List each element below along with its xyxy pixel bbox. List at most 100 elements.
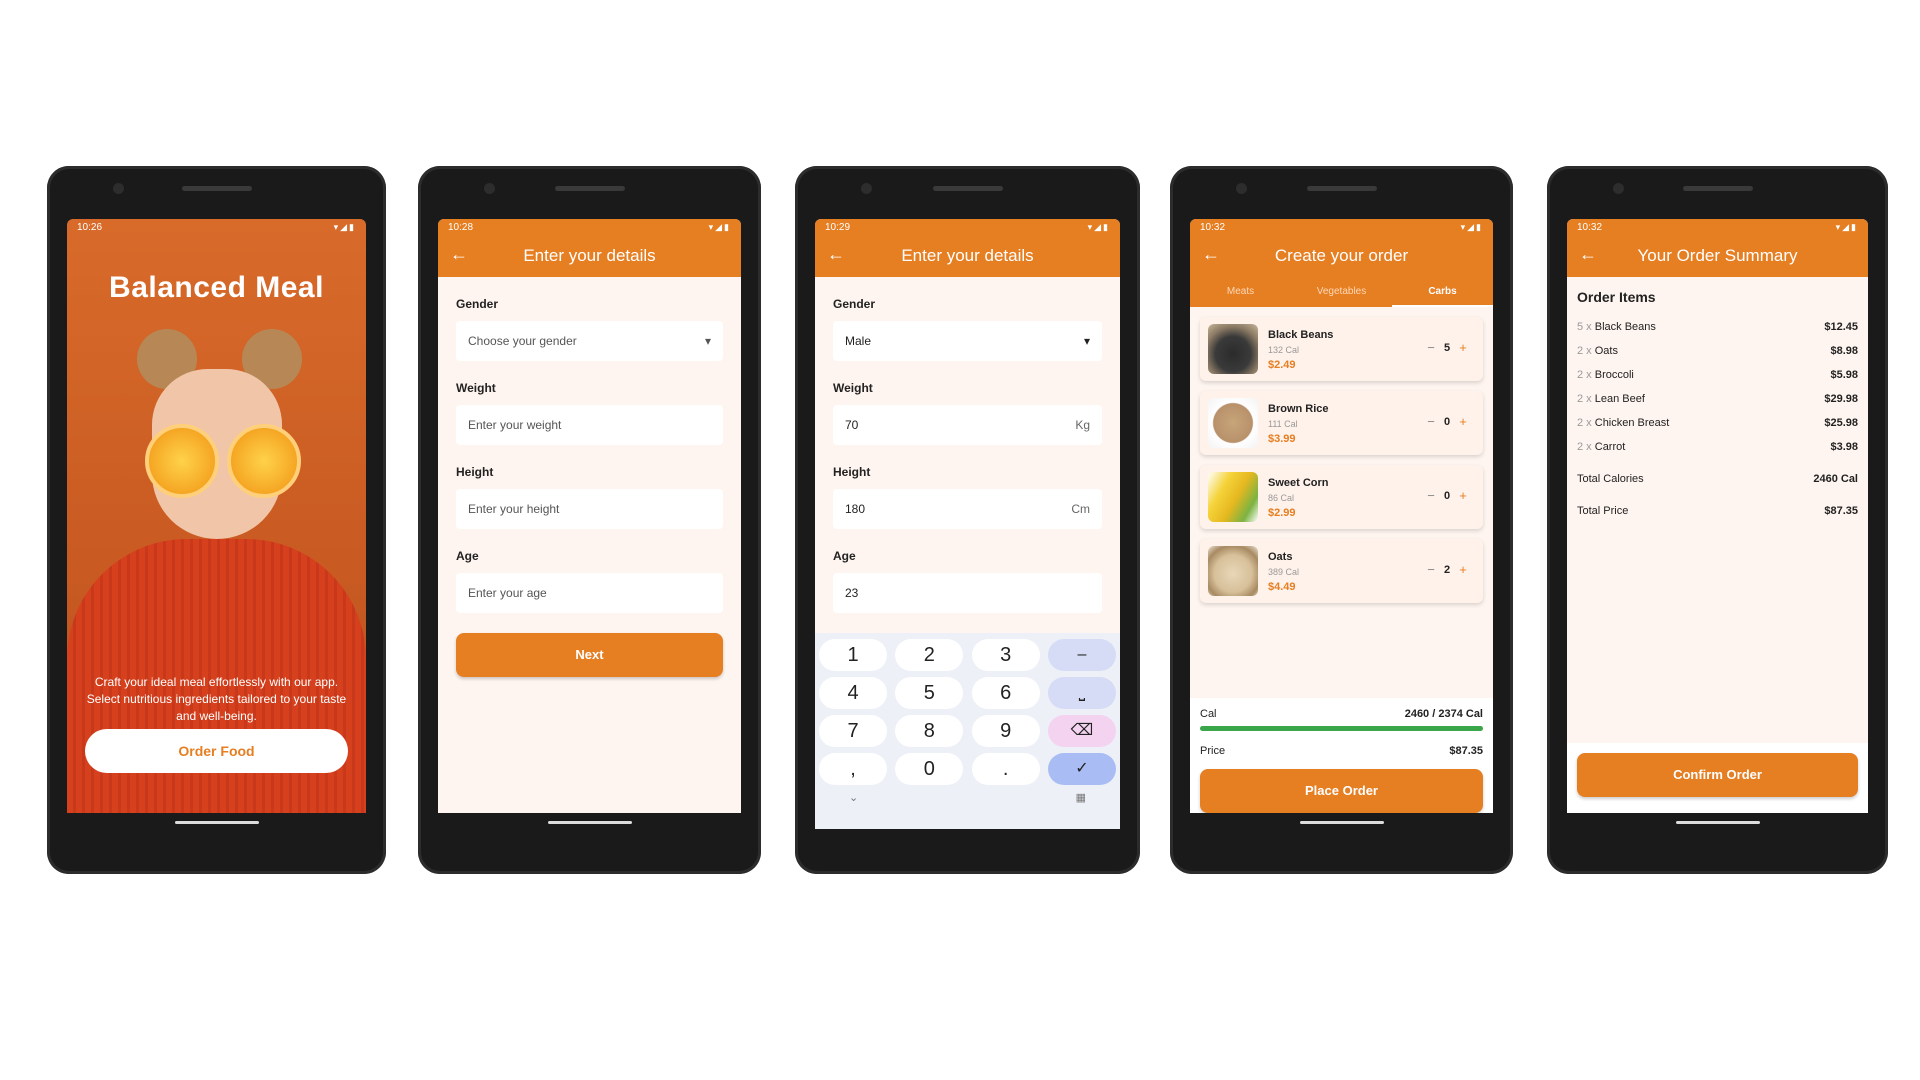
plus-icon[interactable]: + <box>1455 488 1471 503</box>
weight-unit: Kg <box>1075 418 1090 432</box>
item-amount: $12.45 <box>1824 321 1858 333</box>
key-7[interactable]: 7 <box>819 715 887 747</box>
phone-order-summary: 10:32 ▾◢▮ ← Your Order Summary Order Ite… <box>1547 166 1888 874</box>
keyboard-switch-icon[interactable]: ▦ <box>1076 791 1086 804</box>
app-bar: 10:32 ▾◢▮ ← Create your order Meats Vege… <box>1190 219 1493 307</box>
gender-dropdown[interactable]: Male ▾ <box>833 321 1102 361</box>
app-bar: 10:32 ▾◢▮ ← Your Order Summary <box>1567 219 1868 277</box>
height-field[interactable]: Enter your height <box>456 489 723 529</box>
key-6[interactable]: 6 <box>971 677 1040 709</box>
home-indicator <box>547 821 632 824</box>
page-title: Enter your details <box>901 246 1034 265</box>
item-name: Chicken Breast <box>1594 417 1670 429</box>
minus-icon[interactable]: − <box>1423 340 1439 355</box>
tab-carbs[interactable]: Carbs <box>1392 277 1493 307</box>
weight-field[interactable]: 70 Kg <box>833 405 1102 445</box>
list-item: 2 x Oats $8.98 <box>1577 345 1858 357</box>
food-name: Sweet Corn <box>1268 477 1329 489</box>
list-item: 2 x Chicken Breast $25.98 <box>1577 417 1858 429</box>
gender-placeholder: Choose your gender <box>468 334 577 348</box>
food-calories: 389 Cal <box>1268 567 1300 577</box>
key-minus[interactable]: – <box>1047 639 1116 671</box>
age-label: Age <box>833 549 856 563</box>
app-title: Balanced Meal <box>109 271 324 304</box>
order-items-heading: Order Items <box>1577 289 1656 305</box>
back-arrow-icon[interactable]: ← <box>1579 245 1597 263</box>
status-time: 10:29 <box>825 221 851 233</box>
home-indicator <box>1675 821 1760 824</box>
age-field[interactable]: 23 <box>833 573 1102 613</box>
next-button[interactable]: Next <box>456 633 723 677</box>
minus-icon[interactable]: − <box>1423 488 1439 503</box>
key-4[interactable]: 4 <box>819 677 887 709</box>
back-arrow-icon[interactable]: ← <box>1202 245 1220 263</box>
tab-meats[interactable]: Meats <box>1190 277 1291 307</box>
gender-label: Gender <box>456 297 499 311</box>
food-card: Brown Rice 111 Cal $3.99 − 0 + <box>1200 391 1483 455</box>
food-name: Oats <box>1268 551 1293 563</box>
height-field[interactable]: 180 Cm <box>833 489 1102 529</box>
calories-label: Cal <box>1200 708 1217 720</box>
phone-splash: 10:26 ▾◢▮ Balanced Meal Craft your ideal… <box>47 166 386 874</box>
phone-details-filled: 10:29 ▾◢▮ ← Enter your details Gender Ma… <box>795 166 1140 874</box>
front-camera <box>1236 183 1247 194</box>
food-calories: 86 Cal <box>1268 493 1295 503</box>
item-qty: 2 x <box>1577 393 1592 405</box>
key-done[interactable]: ✓ <box>1047 753 1116 785</box>
key-9[interactable]: 9 <box>971 715 1040 747</box>
minus-icon[interactable]: − <box>1423 414 1439 429</box>
key-comma[interactable]: , <box>819 753 887 785</box>
splash-screen: 10:26 ▾◢▮ Balanced Meal Craft your ideal… <box>67 219 366 813</box>
page-title: Enter your details <box>523 246 656 265</box>
details-filled-screen: 10:29 ▾◢▮ ← Enter your details Gender Ma… <box>815 219 1120 829</box>
status-time: 10:28 <box>448 221 474 233</box>
weight-label: Weight <box>833 381 873 395</box>
item-name: Black Beans <box>1594 321 1656 333</box>
gender-dropdown[interactable]: Choose your gender ▾ <box>456 321 723 361</box>
item-name: Lean Beef <box>1594 393 1645 405</box>
list-item: 5 x Black Beans $12.45 <box>1577 321 1858 333</box>
back-arrow-icon[interactable]: ← <box>450 245 468 263</box>
place-order-button[interactable]: Place Order <box>1200 769 1483 813</box>
quantity-stepper: − 0 + <box>1423 414 1471 429</box>
item-name: Oats <box>1594 345 1618 357</box>
key-0[interactable]: 0 <box>895 753 964 785</box>
page-title: Create your order <box>1274 246 1409 265</box>
calories-progress-fill <box>1200 726 1483 731</box>
age-field[interactable]: Enter your age <box>456 573 723 613</box>
total-price-row: Total Price $87.35 <box>1577 505 1858 517</box>
front-camera <box>484 183 495 194</box>
key-backspace[interactable]: ⌫ <box>1047 715 1116 747</box>
order-summary-panel: Cal 2460 / 2374 Cal Price $87.35 Place O… <box>1190 698 1493 813</box>
key-period[interactable]: . <box>971 753 1040 785</box>
minus-icon[interactable]: − <box>1423 562 1439 577</box>
food-card: Oats 389 Cal $4.49 − 2 + <box>1200 539 1483 603</box>
back-arrow-icon[interactable]: ← <box>827 245 845 263</box>
item-qty: 5 x <box>1577 321 1592 333</box>
key-space[interactable]: ⎵ <box>1047 677 1116 709</box>
plus-icon[interactable]: + <box>1455 414 1471 429</box>
tab-vegetables[interactable]: Vegetables <box>1291 277 1392 307</box>
order-food-button[interactable]: Order Food <box>85 729 348 773</box>
quantity-value: 2 <box>1443 563 1451 576</box>
status-time: 10:32 <box>1577 221 1603 233</box>
food-price: $2.49 <box>1268 359 1296 371</box>
key-2[interactable]: 2 <box>895 639 964 671</box>
total-calories-label: Total Calories <box>1577 473 1644 485</box>
key-3[interactable]: 3 <box>971 639 1040 671</box>
key-1[interactable]: 1 <box>819 639 887 671</box>
speaker-grille <box>181 186 252 191</box>
key-8[interactable]: 8 <box>895 715 964 747</box>
quantity-stepper: − 2 + <box>1423 562 1471 577</box>
plus-icon[interactable]: + <box>1455 562 1471 577</box>
sweet-corn-image <box>1208 472 1258 522</box>
confirm-order-button[interactable]: Confirm Order <box>1577 753 1858 797</box>
food-calories: 111 Cal <box>1268 419 1298 429</box>
food-price: $3.99 <box>1268 433 1296 445</box>
weight-field[interactable]: Enter your weight <box>456 405 723 445</box>
key-5[interactable]: 5 <box>895 677 964 709</box>
plus-icon[interactable]: + <box>1455 340 1471 355</box>
status-icons: ▾◢▮ <box>1835 221 1858 232</box>
status-icons: ▾◢▮ <box>708 221 731 232</box>
keyboard-hide-icon[interactable]: ⌄ <box>849 791 858 804</box>
